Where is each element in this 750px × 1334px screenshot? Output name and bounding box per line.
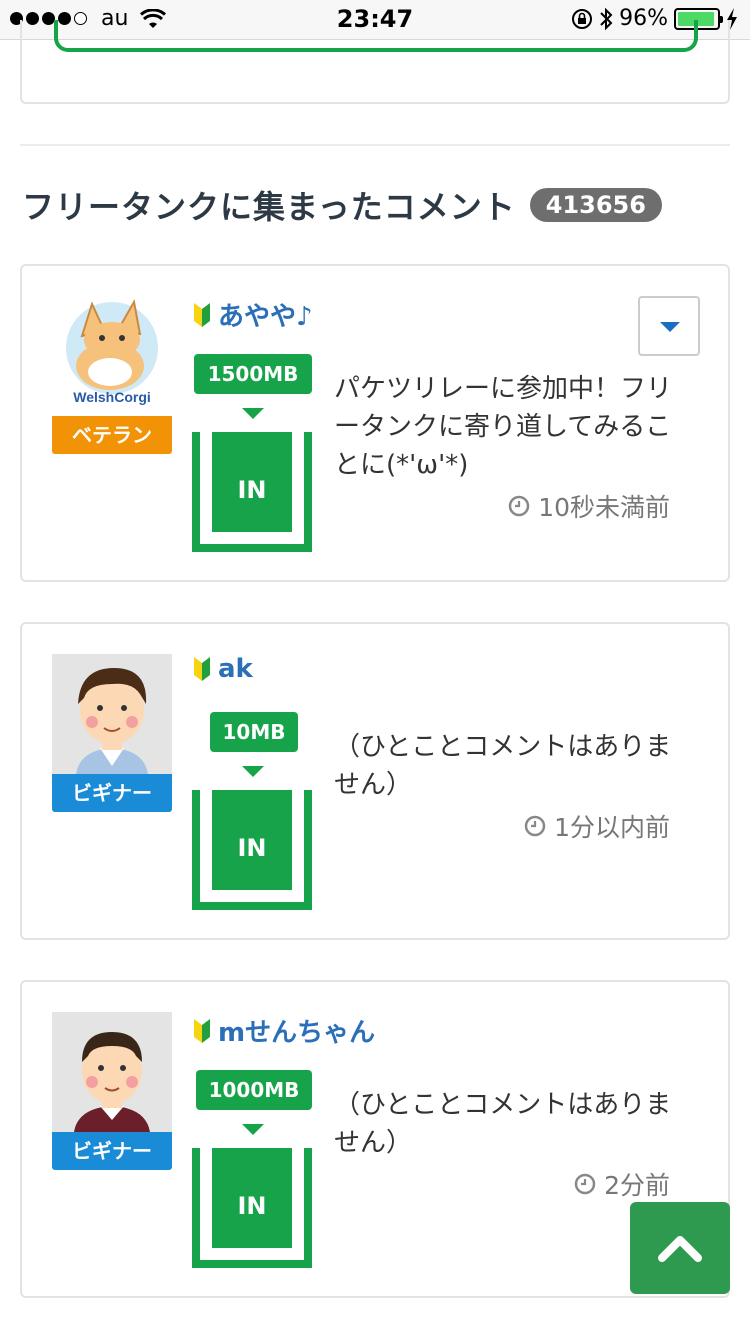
man-avatar-icon [52, 654, 172, 774]
down-arrow-icon [242, 408, 264, 419]
comment-count-badge: 413656 [529, 188, 662, 222]
beginner-leaf-icon [194, 1018, 210, 1043]
tank-label: IN [212, 432, 292, 532]
rank-badge: ビギナー [52, 774, 172, 812]
comment-text: （ひとことコメントはありません） [334, 1090, 672, 1158]
username[interactable]: あやや♪ [218, 296, 313, 333]
comment-card: ビギナー ak 10MB IN （ひとことコメントはありません） 1分以内前 [20, 622, 730, 940]
username-link[interactable]: あやや♪ [192, 296, 313, 333]
username[interactable]: mせんちゃん [218, 1012, 375, 1049]
svg-text:WelshCorgi: WelshCorgi [73, 389, 151, 405]
section-divider [20, 144, 730, 146]
beginner-leaf-icon [194, 302, 210, 327]
tank-icon: IN [192, 790, 312, 910]
comment-menu-dropdown[interactable] [638, 296, 700, 356]
username-link[interactable]: mせんちゃん [192, 1012, 375, 1049]
previous-card-inner [54, 20, 698, 52]
tank-label: IN [212, 1148, 292, 1248]
clock-icon [574, 1173, 596, 1195]
tank-label: IN [212, 790, 292, 890]
down-arrow-icon [242, 1124, 264, 1135]
user-avatar-block[interactable]: ビギナー [52, 1012, 174, 1170]
comment-time: 10秒未満前 [508, 488, 670, 524]
beginner-leaf-icon [194, 657, 210, 681]
time-label: 2分前 [604, 1171, 670, 1200]
corgi-avatar-icon: WelshCorgi [66, 299, 158, 405]
clock-icon [524, 815, 546, 837]
down-arrow-icon [242, 766, 264, 777]
clock-icon [508, 495, 530, 517]
amount-badge: 10MB [210, 712, 298, 752]
avatar[interactable]: WelshCorgi [52, 296, 172, 416]
username-link[interactable]: ak [192, 654, 253, 684]
section-title: フリータンクに集まったコメント [22, 188, 516, 226]
tank-icon: IN [192, 1148, 312, 1268]
user-avatar-block[interactable]: WelshCorgi ベテラン [52, 296, 174, 454]
username[interactable]: ak [218, 654, 253, 684]
comment-card: ビギナー mせんちゃん 1000MB IN （ひとことコメントはありません） 2… [20, 980, 730, 1298]
amount-badge: 1000MB [196, 1070, 312, 1110]
amount-badge: 1500MB [194, 354, 312, 394]
user-avatar-block[interactable]: ビギナー [52, 654, 174, 812]
time-label: 1分以内前 [554, 813, 670, 842]
rank-badge: ベテラン [52, 416, 172, 454]
chevron-up-icon [658, 1236, 702, 1262]
man-avatar-icon [52, 1012, 172, 1132]
comment-text: パケツリレーに参加中！フリータンクに寄り道してみることに(*'ω'*) [334, 374, 673, 480]
tank-icon: IN [192, 432, 312, 552]
comment-card: WelshCorgi ベテラン あやや♪ 1500MB IN パケツリレーに参加… [20, 264, 730, 582]
previous-card [20, 20, 730, 104]
comment-time: 1分以内前 [524, 808, 670, 844]
avatar[interactable] [52, 654, 172, 774]
section-header: フリータンクに集まったコメント 413656 [22, 182, 662, 228]
avatar[interactable] [52, 1012, 172, 1132]
time-label: 10秒未満前 [538, 493, 670, 522]
caret-down-icon [660, 322, 680, 332]
comment-text: （ひとことコメントはありません） [334, 732, 672, 800]
rank-badge: ビギナー [52, 1132, 172, 1170]
comment-time: 2分前 [574, 1166, 670, 1202]
back-to-top-button[interactable] [630, 1202, 730, 1294]
